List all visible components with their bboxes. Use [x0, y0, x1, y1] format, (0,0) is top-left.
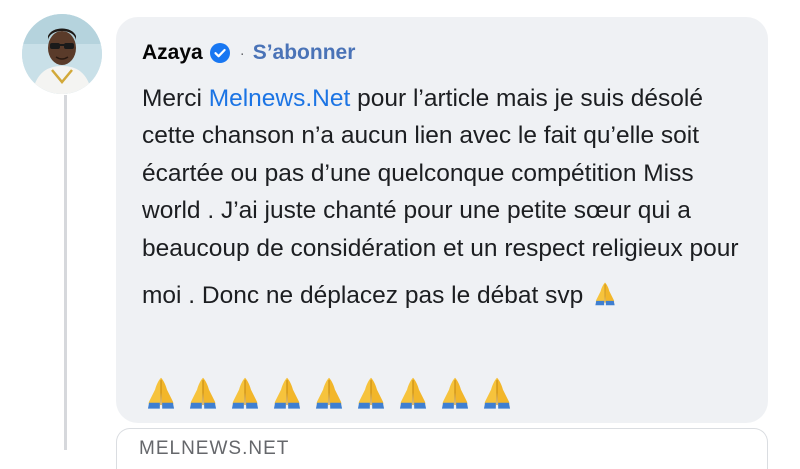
avatar-image — [22, 14, 102, 94]
header-separator: · — [239, 44, 245, 62]
pray-emoji-icon — [310, 373, 348, 411]
emoji-reaction-row — [142, 373, 520, 413]
link-preview-card[interactable]: MELNEWS.NET — [116, 428, 768, 469]
author-name[interactable]: Azaya — [142, 41, 203, 65]
mention-link[interactable]: Melnews.Net — [209, 85, 351, 112]
pray-emoji-icon — [184, 373, 222, 411]
pray-emoji-icon — [478, 373, 516, 411]
follow-button[interactable]: S’abonner — [253, 41, 356, 65]
comment-last-line: moi . Donc ne déplacez pas le débat svp — [142, 282, 584, 310]
thread-connector-line — [64, 95, 67, 450]
pray-emoji-icon — [226, 373, 264, 411]
comment-text: Merci Melnews.Net pour l’article mais je… — [142, 80, 752, 318]
verified-badge-icon — [209, 43, 230, 63]
pray-emoji-icon — [142, 373, 180, 411]
comment-bubble: Azaya · S’abonner Merci Melnews.Net pour… — [116, 17, 768, 423]
pray-emoji-icon — [394, 373, 432, 411]
link-preview-domain: MELNEWS.NET — [139, 438, 290, 459]
comment-lead: Merci — [142, 85, 209, 112]
comment-header: Azaya · S’abonner — [142, 41, 355, 65]
pray-emoji-icon — [591, 279, 619, 318]
pray-emoji-icon — [352, 373, 390, 411]
pray-emoji-icon — [268, 373, 306, 411]
pray-emoji-icon — [436, 373, 474, 411]
author-avatar[interactable] — [22, 14, 102, 94]
